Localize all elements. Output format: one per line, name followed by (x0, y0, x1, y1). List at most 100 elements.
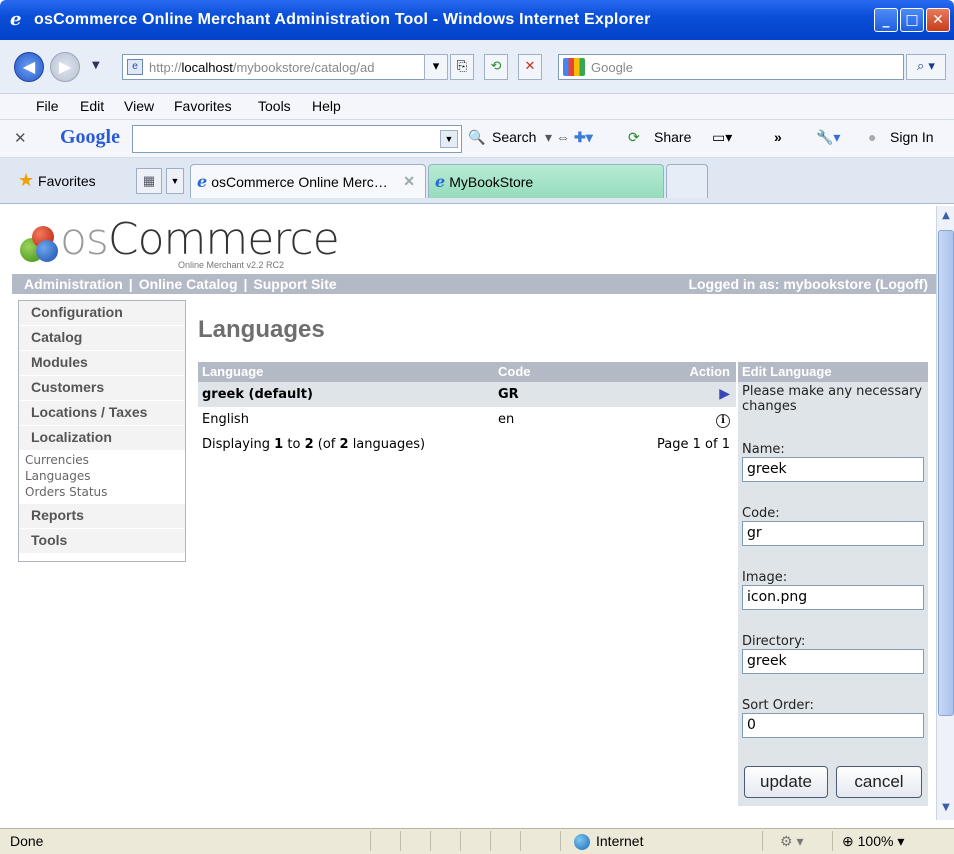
menu-tools[interactable]: Tools (258, 98, 291, 114)
window-controls: _ □ ✕ (874, 8, 950, 32)
globe-icon (574, 834, 590, 851)
favorites-label: Favorites (38, 173, 96, 189)
address-input[interactable]: e http://localhost/mybookstore/catalog/a… (122, 54, 444, 80)
tab-list-dropdown[interactable]: ▼ (166, 168, 184, 194)
directory-label: Directory: (742, 634, 806, 649)
maximize-button[interactable]: □ (900, 8, 924, 32)
sidebar-item-localization[interactable]: Localization (19, 426, 185, 451)
google-toolbar-input[interactable] (132, 125, 462, 153)
page-title: Languages (198, 316, 325, 343)
sort-order-field[interactable]: 0 (742, 713, 924, 738)
address-dropdown-button[interactable]: ▾ (424, 54, 448, 80)
forward-button[interactable]: ▶ (50, 52, 80, 82)
close-button[interactable]: ✕ (926, 8, 950, 32)
back-button[interactable]: ◀ (14, 52, 44, 82)
share-icon[interactable]: ⟳ (628, 129, 640, 146)
localization-links: Currencies Languages Orders Status (19, 451, 185, 504)
more-chevron[interactable]: » (774, 129, 782, 145)
sidebar-item-locations-taxes[interactable]: Locations / Taxes (19, 401, 185, 426)
name-field[interactable]: greek (742, 457, 924, 482)
status-text: Done (10, 833, 44, 849)
scroll-down-icon[interactable]: ▼ (938, 800, 954, 816)
sidebar-item-configuration[interactable]: Configuration (19, 301, 185, 326)
refresh-icon[interactable]: ⟲ (484, 54, 508, 80)
sidebar-item-customers[interactable]: Customers (19, 376, 185, 401)
compatibility-view-icon[interactable]: ⎘ (450, 54, 474, 80)
arrow-right-icon: ▶ (719, 386, 730, 402)
url-host: localhost (181, 59, 233, 75)
sort-order-label: Sort Order: (742, 698, 814, 713)
menu-help[interactable]: Help (312, 98, 341, 114)
google-search-provider-icon (563, 58, 585, 76)
sidebar-link-orders-status[interactable]: Orders Status (25, 484, 185, 500)
menu-file[interactable]: File (36, 98, 59, 114)
google-search-button[interactable]: Search (492, 129, 536, 145)
menu-favorites[interactable]: Favorites (174, 98, 232, 114)
share-button[interactable]: Share (654, 129, 691, 145)
ie-logo-icon: e (10, 9, 22, 30)
search-dropdown-icon[interactable]: ▾ ⇔ (545, 129, 570, 146)
google-search-icon[interactable]: 🔍 (468, 129, 485, 146)
sidebar-link-languages[interactable]: Languages (25, 468, 185, 484)
close-toolbar-icon[interactable]: ✕ (14, 129, 27, 147)
cancel-button[interactable]: cancel (836, 766, 922, 798)
ie-page-icon: e (197, 172, 208, 191)
zoom-level[interactable]: ⊕ 100% ▾ (842, 833, 904, 850)
tab-oscommerce[interactable]: e osCommerce Online Merc… ✕ (190, 164, 426, 198)
sidebar-item-reports[interactable]: Reports (19, 504, 185, 529)
tab-label: osCommerce Online Merc… (211, 173, 388, 190)
minimize-button[interactable]: _ (874, 8, 898, 32)
google-input-dropdown[interactable]: ▼ (440, 130, 458, 148)
brand-version: Online Merchant v2.2 RC2 (178, 260, 285, 270)
nav-support-site[interactable]: Support Site (253, 276, 336, 292)
sidebar-item-tools[interactable]: Tools (19, 529, 185, 554)
sidebar-item-catalog[interactable]: Catalog (19, 326, 185, 351)
scroll-up-icon[interactable]: ▲ (938, 208, 954, 224)
nav-administration[interactable]: Administration (24, 276, 123, 292)
new-tab-button[interactable] (666, 164, 708, 198)
header-code: Code (498, 364, 531, 379)
stop-icon[interactable]: ✕ (518, 54, 542, 80)
search-placeholder: Google (591, 59, 633, 75)
tab-mybookstore[interactable]: e MyBookStore (428, 164, 664, 198)
cell-language: greek (default) (202, 387, 313, 402)
menu-edit[interactable]: Edit (80, 98, 104, 114)
oscommerce-logo[interactable]: osCommerce Online Merchant v2.2 RC2 (14, 214, 340, 272)
google-toolbar: ✕ Google ▼ 🔍 Search ▾ ⇔ ✚▾ ⟳ Share ▭▾ » … (0, 120, 954, 158)
sidewiki-icon[interactable]: ▭▾ (712, 129, 732, 146)
sidebar: Configuration Catalog Modules Customers … (18, 300, 186, 562)
search-input[interactable]: Google (558, 54, 904, 80)
image-field[interactable]: icon.png (742, 585, 924, 610)
menu-view[interactable]: View (124, 98, 154, 114)
status-bar: Done Internet ⚙ ▾ ⊕ 100% ▾ (0, 828, 954, 854)
history-dropdown-icon[interactable]: ▼ (92, 60, 100, 71)
name-label: Name: (742, 442, 785, 457)
sidebar-link-currencies[interactable]: Currencies (25, 452, 185, 468)
favorites-button[interactable]: ★ Favorites (18, 170, 96, 191)
tab-label: MyBookStore (449, 173, 534, 190)
table-row[interactable]: greek (default) GR ▶ (198, 382, 736, 407)
plus-icon[interactable]: ✚▾ (574, 129, 593, 146)
quick-tabs-icon[interactable]: ▦ (136, 168, 162, 194)
image-label: Image: (742, 570, 788, 585)
sign-in-button[interactable]: Sign In (890, 129, 934, 145)
directory-field[interactable]: greek (742, 649, 924, 674)
close-tab-icon[interactable]: ✕ (403, 173, 415, 190)
wrench-icon[interactable]: 🔧▾ (816, 129, 840, 146)
languages-table: Language Code Action greek (default) GR … (198, 362, 736, 458)
vertical-scrollbar[interactable]: ▲ ▼ (936, 206, 954, 820)
update-button[interactable]: update (744, 766, 828, 798)
table-row[interactable]: English en i (198, 407, 736, 432)
url-prefix: http:// (149, 59, 182, 75)
paging-summary: Displaying 1 to 2 (of 2 languages) (202, 437, 426, 452)
nav-online-catalog[interactable]: Online Catalog (139, 276, 238, 292)
window-titlebar: e osCommerce Online Merchant Administrat… (0, 0, 954, 40)
scroll-thumb[interactable] (938, 230, 954, 716)
google-logo: Google (60, 126, 120, 148)
code-field[interactable]: gr (742, 521, 924, 546)
logged-in-status[interactable]: Logged in as: mybookstore (Logoff) (688, 274, 928, 294)
protected-mode-icon[interactable]: ⚙ ▾ (780, 833, 803, 850)
sidebar-item-modules[interactable]: Modules (19, 351, 185, 376)
search-go-button[interactable]: ⌕ ▾ (906, 54, 946, 80)
info-icon[interactable]: i (716, 414, 730, 428)
